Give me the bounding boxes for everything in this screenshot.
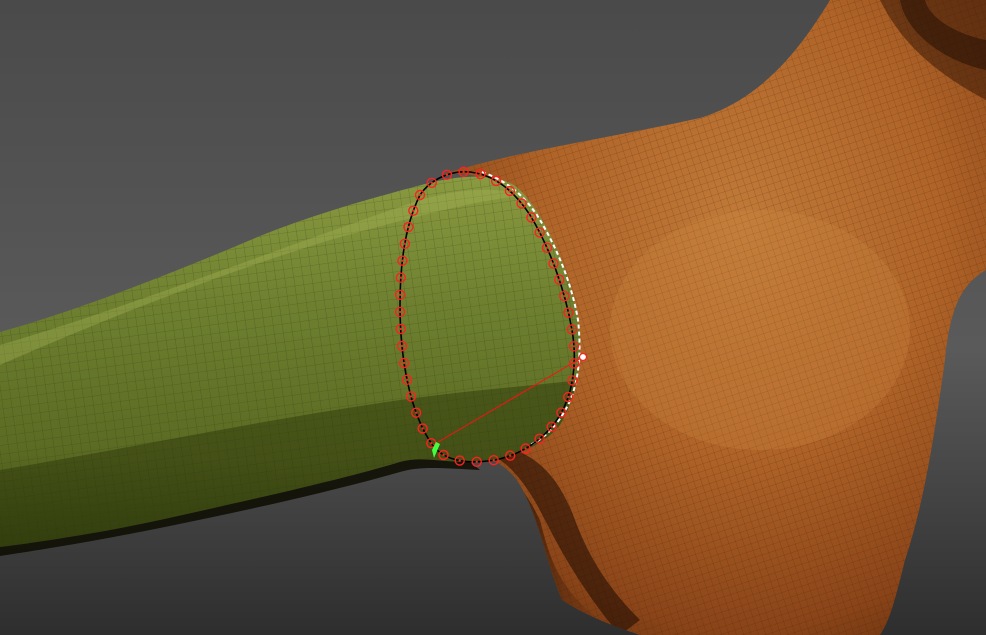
vertex-dot: [560, 411, 563, 414]
vertex-dot: [407, 225, 410, 229]
vertex-dot: [403, 242, 406, 245]
vertex-dot: [475, 460, 478, 463]
vertex-dot: [552, 262, 555, 265]
vertex-dot: [520, 202, 523, 205]
vertex-dot: [538, 437, 541, 440]
vertex-dot: [399, 276, 402, 279]
vertex-dot: [430, 181, 433, 184]
vertex-dot: [558, 278, 561, 281]
vertex-dot: [421, 427, 424, 430]
vertex-dot: [570, 328, 574, 331]
vertex-dot: [462, 170, 465, 173]
vertex-dot: [401, 259, 404, 262]
vertex-dot: [524, 447, 527, 450]
vertex-dot: [430, 442, 433, 445]
vertex-dot: [530, 216, 533, 219]
vertex-dot: [567, 395, 570, 399]
vertex-dot: [412, 209, 415, 212]
vertex-dot: [550, 425, 553, 428]
vertex-dot: [402, 361, 406, 365]
vertex-dot: [563, 294, 566, 298]
vertex-dot: [545, 246, 549, 249]
vertex-dot: [445, 173, 449, 176]
vertex-dot: [409, 395, 413, 398]
vertex-dot: [538, 231, 541, 234]
vertex-dot: [571, 379, 574, 382]
vertex-dot: [418, 193, 422, 197]
vertex-dot: [573, 362, 576, 365]
vertex-dot: [405, 378, 409, 381]
vertex-dot: [398, 310, 402, 314]
vertex-dot: [509, 454, 512, 457]
vertex-dot: [415, 411, 418, 414]
vertex-dot: [442, 453, 445, 457]
vertex-dot: [458, 459, 461, 462]
vertex-dot: [492, 459, 495, 462]
pivot-handle[interactable]: [578, 352, 588, 362]
viewport-scene[interactable]: [0, 0, 986, 635]
vertex-dot: [508, 189, 512, 193]
vertex-dot: [479, 172, 482, 176]
vertex-dot: [398, 293, 402, 296]
vertex-dot: [572, 345, 576, 348]
vertex-dot: [400, 344, 404, 348]
vertex-dot: [567, 311, 570, 314]
vertex-dot: [494, 179, 498, 183]
3d-viewport[interactable]: [0, 0, 986, 635]
vertex-dot: [399, 327, 402, 331]
